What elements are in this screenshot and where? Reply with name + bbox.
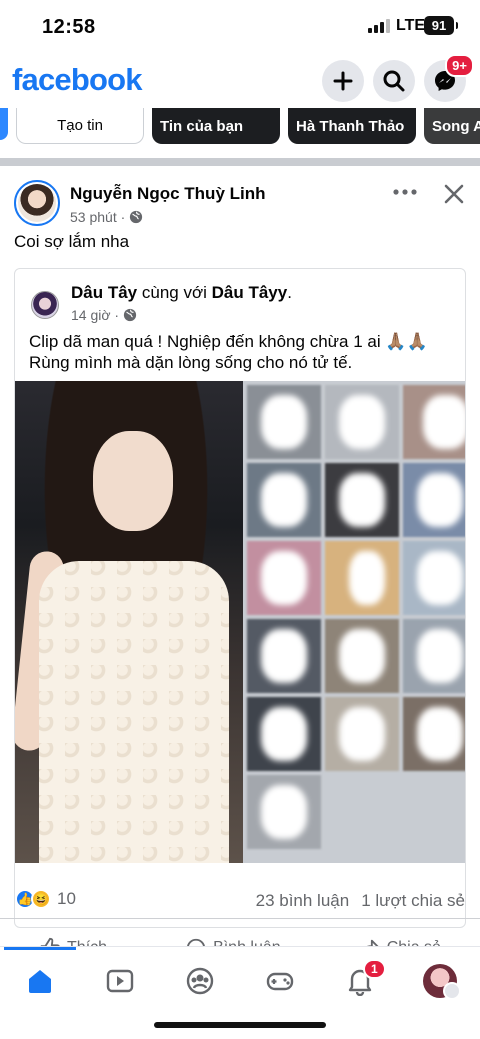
reaction-summary[interactable]: 👍 😆 10 [15,889,76,909]
story-ha-thanh-thao[interactable]: Hà Thanh Thảo [288,108,416,144]
profile-avatar [423,964,461,1000]
home-icon [29,970,51,993]
story-song-a[interactable]: Song A [424,108,480,144]
tab-gaming[interactable] [255,961,305,1001]
shared-tagged[interactable]: Dâu Tâyy [212,283,288,302]
app-header: facebook 9+ [0,54,480,108]
post-author[interactable]: Nguyễn Ngọc Thuỳ Linh [70,184,266,204]
groups-icon [186,967,214,995]
feed-divider [0,158,480,166]
post-caption: Coi sợ lắm nha [14,232,130,251]
shared-text: Clip dã man quá ! Nghiệp đến không chừa … [29,331,459,373]
stories-strip: Tạo tin Tin của bạn Hà Thanh Thảo Song A [0,108,480,148]
shared-text-line2: Rùng mình mà dặn lòng sống cho nó tử tế. [29,353,353,372]
shared-text-line1: Clip dã man quá ! Nghiệp đến không chừa … [29,332,428,351]
facebook-logo[interactable]: facebook [12,62,143,98]
more-options-icon[interactable] [390,180,420,204]
shared-header: Dâu Tây cùng với Dâu Tâyy. [71,283,292,303]
shared-author-avatar[interactable] [31,291,59,319]
close-icon[interactable] [440,180,468,208]
home-indicator [154,1022,326,1028]
post-meta: 53 phút · [70,209,143,225]
tab-profile[interactable] [415,961,465,1001]
globe-icon [130,210,143,224]
status-time: 12:58 [42,16,96,38]
tab-groups[interactable] [175,961,225,1001]
active-tab-indicator [4,947,76,950]
create-story-button[interactable]: Tạo tin [16,108,144,144]
create-button[interactable] [322,60,364,102]
search-button[interactable] [373,60,415,102]
messenger-badge: 9+ [445,54,474,77]
globe-icon [123,308,137,322]
shared-period: . [287,283,292,302]
notification-badge: 1 [363,959,386,979]
status-bar: 12:58 LTE 91 [0,0,480,54]
feed-post: Nguyễn Ngọc Thuỳ Linh 53 phút · Coi sợ l… [0,166,480,958]
shared-author[interactable]: Dâu Tây [71,283,137,302]
engagement-counts: 23 bình luận 1 lượt chia sẻ [256,891,465,911]
tab-video[interactable] [95,961,145,1001]
post-photo-portrait[interactable] [15,381,253,863]
share-count[interactable]: 1 lượt chia sẻ [361,891,465,911]
gaming-icon [266,972,294,991]
signal-icon [368,19,390,33]
shared-with-text: cùng với [141,283,207,302]
tab-home[interactable] [15,961,65,1001]
battery-indicator: 91 [424,16,458,35]
post-time[interactable]: 53 phút · [70,209,125,225]
reaction-count: 10 [57,889,76,908]
plus-icon [333,71,353,91]
search-icon [383,70,405,92]
network-label: LTE [396,17,426,34]
comment-count[interactable]: 23 bình luận [256,891,350,911]
tab-notifications[interactable]: 1 [335,959,386,1001]
story-your-story[interactable]: Tin của bạn [152,108,280,144]
shared-time[interactable]: 14 giờ · [71,307,119,323]
shared-post[interactable]: Dâu Tây cùng với Dâu Tâyy. 14 giờ · Clip… [14,268,466,928]
messenger-button[interactable]: 9+ [424,54,474,102]
haha-reaction-icon: 😆 [31,889,51,909]
author-avatar[interactable] [14,180,60,226]
shared-meta: 14 giờ · [71,307,137,323]
post-photo-collage[interactable] [243,381,465,863]
video-icon [106,969,134,993]
